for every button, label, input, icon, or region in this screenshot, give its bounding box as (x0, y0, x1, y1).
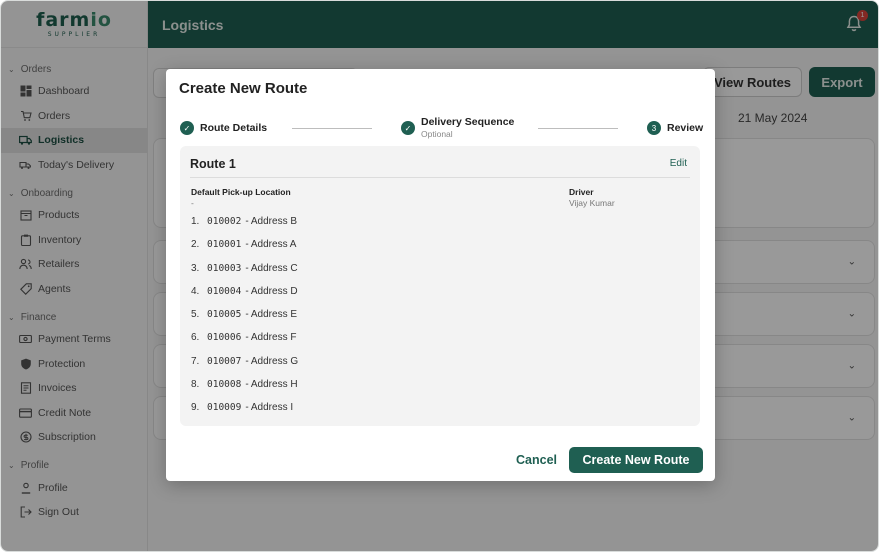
list-item: 6. 010006- Address F (191, 332, 298, 355)
list-item: 4. 010004- Address D (191, 286, 298, 309)
app-window: farmio SUPPLIER ⌄ Orders Dashboard Orders Lo… (0, 0, 879, 552)
modal-title: Create New Route (179, 80, 308, 97)
stop-address: - Address E (245, 309, 298, 321)
route-summary-panel: Route 1 Edit Default Pick-up Location - … (180, 146, 700, 426)
stop-code: 010003 (207, 262, 242, 274)
step-connector (292, 128, 372, 129)
step-label: Route Details (200, 122, 268, 134)
stop-address: - Address H (245, 379, 298, 391)
step-label: Delivery Sequence (421, 116, 515, 128)
stop-num: 2. (191, 239, 200, 251)
check-icon: ✓ (401, 121, 415, 135)
stop-num: 9. (191, 402, 200, 414)
stop-address: - Address C (245, 262, 298, 274)
stop-list: 1. 010002- Address B 2. 010001- Address A 3.… (191, 216, 298, 426)
stop-num: 6. (191, 332, 200, 344)
stop-address: - Address B (245, 216, 298, 227)
stop-address: - Address D (245, 285, 298, 297)
route-title: Route 1 (190, 157, 236, 171)
list-item: 1. 010002- Address B (191, 216, 298, 239)
stop-address: - Address I (245, 402, 294, 414)
stop-num: 8. (191, 379, 200, 391)
stop-num: 3. (191, 262, 200, 274)
stop-address: - Address G (245, 355, 299, 367)
stop-code: 010001 (207, 239, 242, 251)
driver-value: Vijay Kumar (569, 198, 615, 208)
list-item: 2. 010001- Address A (191, 239, 298, 262)
list-item: 9. 010009- Address I (191, 402, 298, 425)
create-route-button[interactable]: Create New Route (569, 447, 703, 473)
stop-code: 010005 (207, 309, 242, 321)
step-delivery-sequence[interactable]: ✓ Delivery Sequence Optional (401, 115, 514, 140)
stop-num: 5. (191, 309, 200, 321)
driver-label: Driver (569, 187, 594, 197)
check-icon: ✓ (180, 121, 194, 135)
stop-code: 010002 (207, 216, 242, 227)
list-item: 8. 010008- Address H (191, 379, 298, 402)
stop-code: 010008 (207, 379, 242, 391)
stop-code: 010006 (207, 332, 242, 344)
stepper: ✓ Route Details ✓ Delivery Sequence Opti… (180, 115, 703, 143)
pickup-value: - (191, 198, 194, 208)
stop-num: 1. (191, 216, 200, 227)
step-label: Review (667, 122, 704, 134)
stop-code: 010007 (207, 355, 242, 367)
step-sublabel: Optional (421, 129, 453, 139)
stop-address: - Address F (245, 332, 297, 344)
stop-address: - Address A (245, 239, 297, 251)
stop-code: 010009 (207, 402, 242, 414)
list-item: 3. 010003- Address C (191, 263, 298, 286)
pickup-label: Default Pick-up Location (191, 187, 291, 197)
create-route-modal: Create New Route ✓ Route Details ✓ Deliv… (166, 69, 715, 481)
stop-num: 4. (191, 285, 200, 297)
step-review[interactable]: 3 Review (647, 115, 703, 135)
step-route-details[interactable]: ✓ Route Details (180, 115, 267, 135)
list-item: 7. 010007- Address G (191, 356, 298, 379)
divider (190, 177, 690, 178)
list-item: 5. 010005- Address E (191, 309, 298, 332)
step-connector (538, 128, 618, 129)
stop-num: 7. (191, 355, 200, 367)
edit-link[interactable]: Edit (670, 158, 687, 169)
cancel-button[interactable]: Cancel (516, 453, 557, 467)
stop-code: 010004 (207, 285, 242, 297)
step-number: 3 (647, 121, 661, 135)
